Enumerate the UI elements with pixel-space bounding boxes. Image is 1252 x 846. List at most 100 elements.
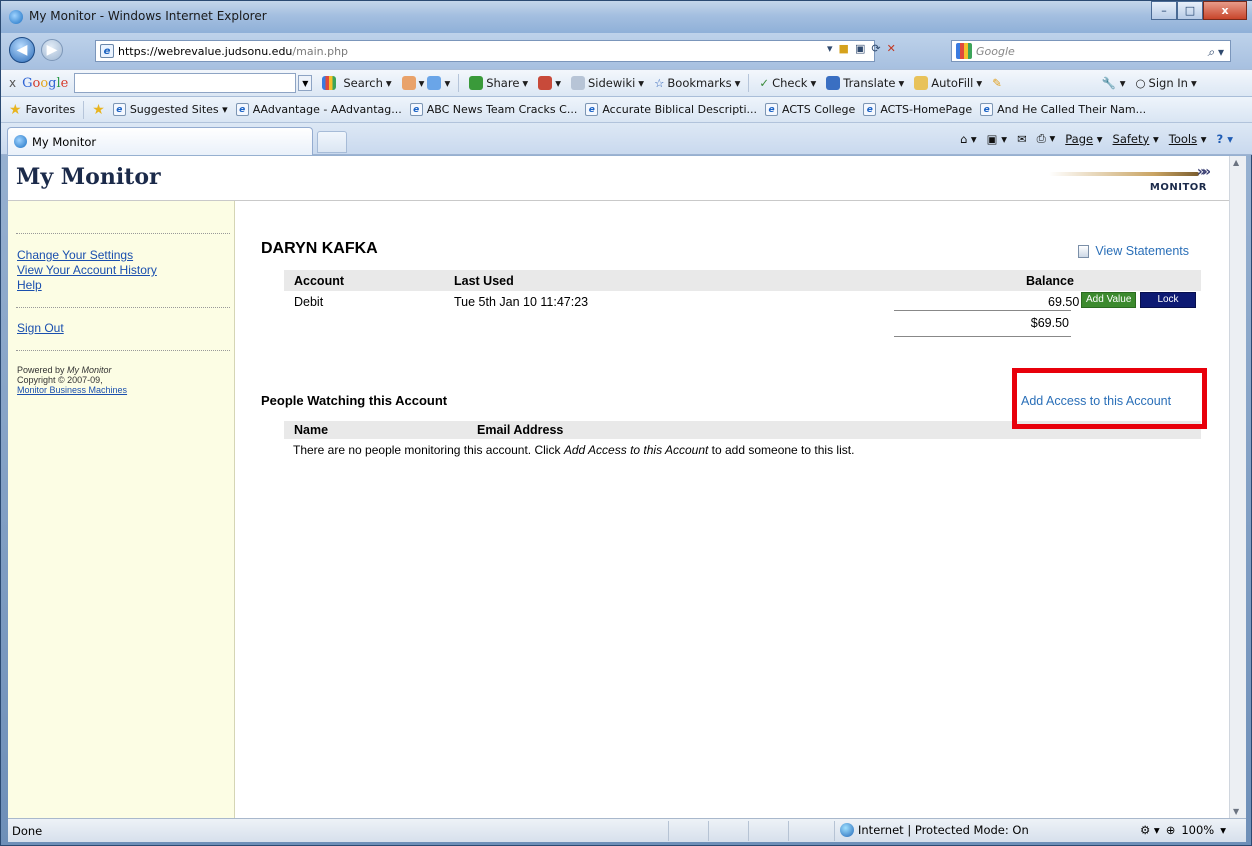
accounts-table: Account Last Used Balance Debit Tue 5th … xyxy=(284,270,1201,310)
separator xyxy=(83,100,85,119)
scroll-up-icon[interactable]: ▲ xyxy=(1233,158,1239,167)
back-button[interactable]: ◀ xyxy=(9,37,35,63)
favorite-abc-news[interactable]: e ABC News Team Cracks C... xyxy=(409,103,577,116)
safety-menu[interactable]: Safety ▾ xyxy=(1113,132,1159,146)
google-search-input[interactable] xyxy=(74,73,297,93)
status-divider xyxy=(748,821,749,841)
help-icon[interactable]: ? ▾ xyxy=(1217,132,1233,146)
toolbar-check[interactable]: ✓ Check ▾ xyxy=(759,76,816,90)
browser-window: My Monitor - Windows Internet Explorer –… xyxy=(0,0,1252,846)
compat-icon[interactable]: ▣ xyxy=(855,42,865,55)
logo-swoosh xyxy=(1049,172,1199,176)
close-toolbar-icon[interactable]: x xyxy=(9,76,16,90)
sign-out-link[interactable]: Sign Out xyxy=(17,321,64,335)
add-favorite-icon[interactable]: ★ xyxy=(92,102,105,118)
tools-icon xyxy=(538,76,553,90)
search-placeholder: Google xyxy=(976,44,1015,58)
stop-icon[interactable]: ✕ xyxy=(887,42,896,55)
ie-page-icon: e xyxy=(409,103,423,116)
address-host: https://webrevalue.judsonu.edu xyxy=(118,44,293,58)
dropdown-icon[interactable]: ▼ xyxy=(298,75,313,91)
refresh-icon[interactable]: ⟳ xyxy=(871,42,880,55)
ie-page-icon: e xyxy=(863,103,877,116)
dropdown-icon[interactable]: ▾ xyxy=(827,42,833,55)
toolbar-share[interactable]: Share ▾ xyxy=(469,76,528,90)
app-title: My Monitor xyxy=(16,164,161,190)
tab-my-monitor[interactable]: My Monitor xyxy=(7,127,313,155)
toolbar-autofill[interactable]: AutoFill ▾ xyxy=(914,76,982,90)
logo-text: MONITOR xyxy=(1149,182,1207,193)
search-icon[interactable]: ⌕ ▾ xyxy=(1207,45,1224,60)
maximize-button[interactable]: □ xyxy=(1177,1,1203,20)
scroll-down-icon[interactable]: ▼ xyxy=(1233,807,1239,816)
sidewiki-icon xyxy=(570,76,585,90)
title-bar: My Monitor - Windows Internet Explorer –… xyxy=(1,1,1252,33)
balance-value: 69.50 xyxy=(1048,295,1080,309)
security-zone[interactable]: Internet | Protected Mode: On xyxy=(840,823,1029,837)
window-title: My Monitor - Windows Internet Explorer xyxy=(29,9,267,23)
account-history-link[interactable]: View Your Account History xyxy=(17,263,157,277)
company-link[interactable]: Monitor Business Machines xyxy=(17,385,127,395)
favorite-aadvantage[interactable]: e AAdvantage - AAdvantag... xyxy=(235,103,402,116)
forward-button[interactable]: ▶ xyxy=(41,39,63,61)
status-divider xyxy=(834,821,835,841)
ie-page-icon: e xyxy=(112,103,126,116)
favorite-acts-college[interactable]: e ACTS College xyxy=(765,103,855,116)
new-tab-button[interactable] xyxy=(317,131,347,153)
add-value-button[interactable]: Add Value xyxy=(1081,292,1137,308)
status-divider xyxy=(788,821,789,841)
divider xyxy=(16,233,230,234)
favorite-acts-homepage[interactable]: e ACTS-HomePage xyxy=(863,103,972,116)
toolbar-bookmarks[interactable]: ☆ Bookmarks ▾ xyxy=(654,76,740,90)
page-viewport: My Monitor »» MONITOR Change Your Settin… xyxy=(8,156,1246,818)
favorite-suggested-sites[interactable]: e Suggested Sites ▾ xyxy=(112,103,228,116)
change-settings-link[interactable]: Change Your Settings xyxy=(17,248,133,262)
close-button[interactable]: x xyxy=(1203,1,1247,20)
last-used: Tue 5th Jan 10 11:47:23 xyxy=(454,295,589,309)
help-link[interactable]: Help xyxy=(17,278,42,292)
ie-icon xyxy=(14,135,27,148)
page-menu[interactable]: Page ▾ xyxy=(1065,132,1102,146)
toolbar-search[interactable]: Search ▾ xyxy=(322,76,392,90)
favorite-and-he-called[interactable]: e And He Called Their Nam... xyxy=(980,103,1146,116)
zoom-dropdown-icon[interactable]: ▾ xyxy=(1220,823,1226,837)
add-access-link[interactable]: Add Access to this Account xyxy=(1021,394,1171,408)
feeds-icon[interactable]: ▣ ▾ xyxy=(987,132,1007,146)
view-statements-link[interactable]: View Statements xyxy=(1078,244,1189,258)
balance-total: $69.50 xyxy=(894,310,1071,337)
header-last-used: Last Used xyxy=(454,274,514,288)
lock-button[interactable]: Lock xyxy=(1140,292,1196,308)
vertical-scrollbar[interactable]: ▲ ▼ xyxy=(1229,156,1246,818)
lock-icon[interactable]: ■ xyxy=(839,42,849,55)
toolbar-sidewiki[interactable]: Sidewiki ▾ xyxy=(570,76,644,90)
account-type: Debit xyxy=(294,295,324,309)
toolbar-tools[interactable]: ▾ xyxy=(538,76,561,90)
status-text: Done xyxy=(12,824,43,838)
header-balance: Balance xyxy=(1026,274,1074,288)
tools-menu[interactable]: Tools ▾ xyxy=(1169,132,1207,146)
pencil-icon[interactable]: ✎ xyxy=(992,76,1002,90)
sidebar: Change Your Settings View Your Account H… xyxy=(8,201,235,818)
accounts-header-row: Account Last Used Balance xyxy=(284,270,1201,291)
google-icon xyxy=(322,76,337,90)
address-bar[interactable]: e https://webrevalue.judsonu.edu/main.ph… xyxy=(95,40,875,62)
minimize-button[interactable]: – xyxy=(1151,1,1177,20)
home-icon[interactable]: ⌂ ▾ xyxy=(960,132,977,146)
status-divider xyxy=(668,821,669,841)
favorites-button[interactable]: ★ Favorites xyxy=(9,102,75,118)
settings-icon[interactable]: 🔧 ▾ xyxy=(1102,76,1126,90)
protected-mode-icon[interactable]: ⚙ ▾ xyxy=(1140,823,1160,837)
navigation-bar: ◀ ▶ e https://webrevalue.judsonu.edu/mai… xyxy=(1,33,1252,69)
google-logo: Google xyxy=(22,75,69,91)
window-controls: – □ x xyxy=(1151,1,1247,21)
toolbar-translate[interactable]: Translate ▾ xyxy=(826,76,904,90)
print-icon[interactable]: ⎙ ▾ xyxy=(1037,131,1056,146)
search-input[interactable]: Google ⌕ ▾ xyxy=(951,40,1231,62)
sign-in-button[interactable]: ○ Sign In ▾ xyxy=(1135,76,1196,90)
toolbar-extras[interactable]: ▾ ▾ xyxy=(401,76,450,90)
mail-icon[interactable]: ✉ xyxy=(1017,132,1027,146)
favorite-accurate-biblical[interactable]: e Accurate Biblical Descripti... xyxy=(585,103,757,116)
separator xyxy=(458,74,460,92)
zoom-control[interactable]: ⚙ ▾ ⊕ 100% ▾ xyxy=(1140,823,1226,837)
logo-chevron-icon: »» xyxy=(1196,164,1211,180)
